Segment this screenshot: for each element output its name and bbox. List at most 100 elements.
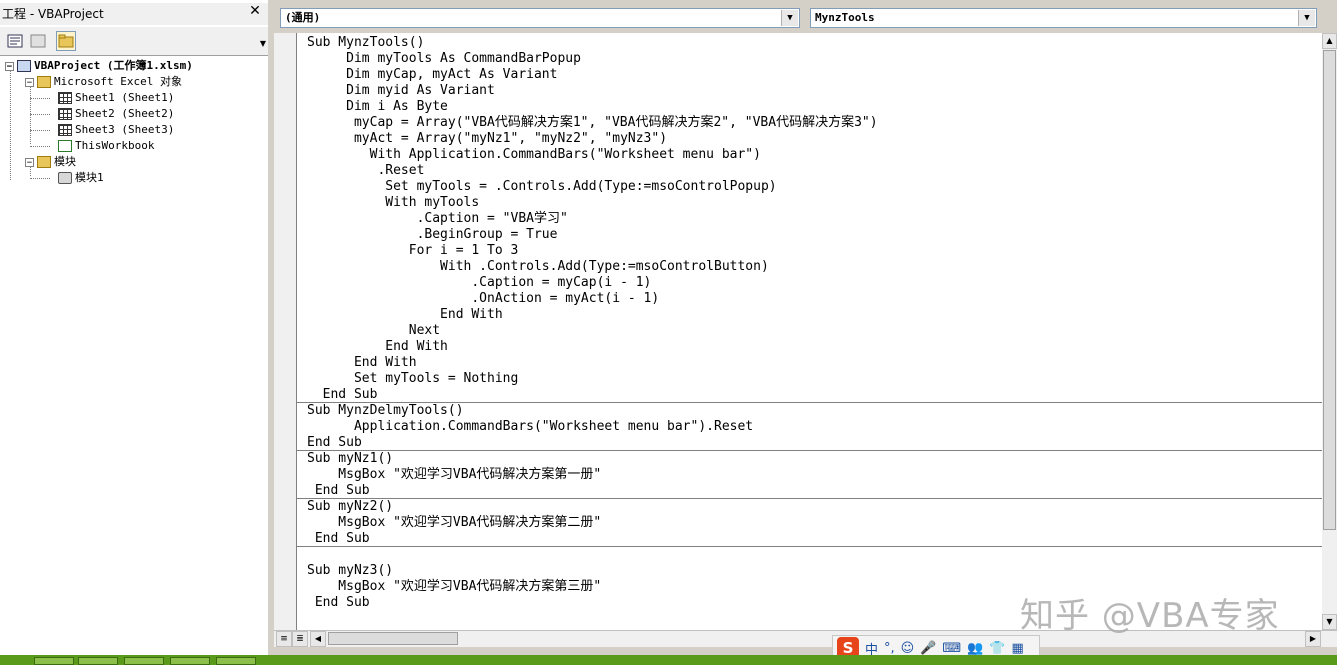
ime-tools-icon[interactable]: ▦ bbox=[1012, 641, 1024, 656]
code-line[interactable]: End Sub bbox=[307, 435, 362, 451]
taskbar-item[interactable] bbox=[216, 657, 256, 665]
chevron-down-icon[interactable]: ▼ bbox=[1298, 10, 1315, 26]
tree-node-thisworkbook[interactable]: ThisWorkbook bbox=[58, 138, 154, 154]
collapse-icon[interactable]: − bbox=[25, 77, 34, 87]
watermark: 知乎 @VBA专家 bbox=[1020, 596, 1280, 636]
code-line[interactable]: Dim myid As Variant bbox=[307, 83, 495, 99]
code-line[interactable]: .BeginGroup = True bbox=[307, 227, 558, 243]
ime-skin-icon[interactable]: 👕 bbox=[989, 641, 1005, 656]
scroll-right-icon[interactable]: ▶ bbox=[1305, 631, 1321, 647]
collapse-icon[interactable]: − bbox=[5, 61, 14, 71]
vertical-scrollbar[interactable]: ▲ ▼ bbox=[1322, 33, 1337, 630]
tree-node-modules[interactable]: − 模块 bbox=[25, 154, 76, 170]
code-line[interactable]: End Sub bbox=[307, 531, 370, 547]
ime-punctuation-icon[interactable]: °, bbox=[884, 641, 895, 656]
full-module-view-icon[interactable]: ≣ bbox=[292, 631, 308, 647]
folder-icon bbox=[37, 156, 51, 168]
code-line[interactable]: With myTools bbox=[307, 195, 479, 211]
tree-label-thisworkbook: ThisWorkbook bbox=[75, 139, 155, 152]
ime-user-icon[interactable]: 👥 bbox=[967, 641, 983, 656]
toggle-folders-button[interactable] bbox=[56, 31, 76, 51]
vba-project-icon bbox=[17, 60, 31, 72]
taskbar bbox=[0, 655, 1337, 665]
ime-emoji-icon[interactable]: ☺ bbox=[901, 641, 915, 656]
code-margin[interactable] bbox=[274, 33, 296, 630]
project-toolbar: ▼ bbox=[0, 27, 268, 56]
code-line[interactable]: Dim myCap, myAct As Variant bbox=[307, 67, 557, 83]
taskbar-item[interactable] bbox=[78, 657, 118, 665]
folder-icon bbox=[37, 76, 51, 88]
scroll-up-icon[interactable]: ▲ bbox=[1322, 33, 1337, 49]
ime-keyboard-icon[interactable]: ⌨ bbox=[942, 641, 961, 656]
horizontal-scroll-thumb[interactable] bbox=[328, 632, 458, 645]
taskbar-item[interactable] bbox=[170, 657, 210, 665]
ime-voice-icon[interactable]: 🎤 bbox=[920, 641, 936, 656]
code-line[interactable]: Sub MynzTools() bbox=[307, 35, 424, 51]
code-line[interactable]: Set myTools = Nothing bbox=[307, 371, 518, 387]
code-editor[interactable]: Sub MynzTools() Dim myTools As CommandBa… bbox=[296, 33, 1323, 630]
object-combo-value: (通用) bbox=[285, 11, 321, 24]
code-line[interactable]: Next bbox=[307, 323, 440, 339]
code-line[interactable]: Application.CommandBars("Worksheet menu … bbox=[307, 419, 753, 435]
vertical-scroll-thumb[interactable] bbox=[1323, 50, 1336, 530]
code-line[interactable]: Sub myNz2() bbox=[307, 499, 393, 515]
code-line[interactable]: Dim myTools As CommandBarPopup bbox=[307, 51, 581, 67]
chevron-down-icon[interactable]: ▼ bbox=[781, 10, 798, 26]
close-icon[interactable]: ✕ bbox=[247, 3, 263, 19]
code-line[interactable]: MsgBox "欢迎学习VBA代码解决方案第一册" bbox=[307, 467, 601, 483]
code-line[interactable]: .Reset bbox=[307, 163, 424, 179]
view-code-button[interactable] bbox=[5, 31, 25, 51]
collapse-icon[interactable]: − bbox=[25, 157, 34, 167]
procedure-separator bbox=[297, 450, 1323, 451]
code-line[interactable]: End With bbox=[307, 339, 448, 355]
scroll-left-icon[interactable]: ◀ bbox=[310, 631, 326, 647]
code-line[interactable]: End Sub bbox=[307, 483, 370, 499]
procedure-separator bbox=[297, 402, 1323, 403]
code-line[interactable]: With .Controls.Add(Type:=msoControlButto… bbox=[307, 259, 769, 275]
taskbar-item[interactable] bbox=[34, 657, 74, 665]
code-line[interactable]: myAct = Array("myNz1", "myNz2", "myNz3") bbox=[307, 131, 667, 147]
code-line[interactable]: Sub MynzDelmyTools() bbox=[307, 403, 464, 419]
code-line[interactable]: End Sub bbox=[307, 387, 378, 403]
tree-label-excel-objects: Microsoft Excel 对象 bbox=[54, 75, 182, 88]
code-line[interactable]: Sub myNz1() bbox=[307, 451, 393, 467]
worksheet-icon bbox=[58, 124, 72, 136]
toolbar-overflow-icon[interactable]: ▼ bbox=[260, 39, 266, 48]
procedure-view-icon[interactable]: ≡ bbox=[276, 631, 292, 647]
scroll-down-icon[interactable]: ▼ bbox=[1322, 614, 1337, 630]
folder-icon bbox=[58, 34, 74, 48]
code-line[interactable]: End With bbox=[307, 307, 503, 323]
code-line[interactable]: .Caption = "VBA学习" bbox=[307, 211, 568, 227]
code-line[interactable]: MsgBox "欢迎学习VBA代码解决方案第二册" bbox=[307, 515, 601, 531]
procedure-combo[interactable]: MynzTools ▼ bbox=[810, 8, 1317, 28]
code-line[interactable]: Set myTools = .Controls.Add(Type:=msoCon… bbox=[307, 179, 776, 195]
procedure-combo-value: MynzTools bbox=[815, 11, 875, 24]
tree-label-sheet2: Sheet2 (Sheet2) bbox=[75, 107, 175, 120]
code-line[interactable]: For i = 1 To 3 bbox=[307, 243, 519, 259]
code-line[interactable]: myCap = Array("VBA代码解决方案1", "VBA代码解决方案2"… bbox=[307, 115, 878, 131]
module-icon bbox=[58, 172, 72, 184]
tree-node-excel-objects[interactable]: − Microsoft Excel 对象 bbox=[25, 74, 182, 90]
tree-node-sheet3[interactable]: Sheet3 (Sheet3) bbox=[58, 122, 174, 138]
code-line[interactable]: Sub myNz3() bbox=[307, 563, 393, 579]
procedure-separator bbox=[297, 546, 1323, 547]
code-line[interactable]: End Sub bbox=[307, 595, 370, 611]
code-line[interactable]: .OnAction = myAct(i - 1) bbox=[307, 291, 659, 307]
taskbar-item[interactable] bbox=[124, 657, 164, 665]
tree-label-sheet1: Sheet1 (Sheet1) bbox=[75, 91, 175, 104]
tree-node-vbaproject[interactable]: − VBAProject (工作簿1.xlsm) bbox=[5, 58, 193, 74]
code-line[interactable]: End With bbox=[307, 355, 417, 371]
tree-node-sheet1[interactable]: Sheet1 (Sheet1) bbox=[58, 90, 174, 106]
tree-label-project: VBAProject (工作簿1.xlsm) bbox=[34, 59, 193, 72]
worksheet-icon bbox=[58, 108, 72, 120]
view-object-button[interactable] bbox=[28, 31, 48, 51]
tree-node-module1[interactable]: 模块1 bbox=[58, 170, 104, 186]
code-line[interactable]: MsgBox "欢迎学习VBA代码解决方案第三册" bbox=[307, 579, 601, 595]
tree-label-module1: 模块1 bbox=[75, 171, 104, 184]
code-line[interactable]: Dim i As Byte bbox=[307, 99, 448, 115]
code-line[interactable]: .Caption = myCap(i - 1) bbox=[307, 275, 651, 291]
code-line[interactable]: With Application.CommandBars("Worksheet … bbox=[307, 147, 761, 163]
view-code-icon bbox=[7, 34, 23, 48]
tree-node-sheet2[interactable]: Sheet2 (Sheet2) bbox=[58, 106, 174, 122]
object-combo[interactable]: (通用) ▼ bbox=[280, 8, 800, 28]
